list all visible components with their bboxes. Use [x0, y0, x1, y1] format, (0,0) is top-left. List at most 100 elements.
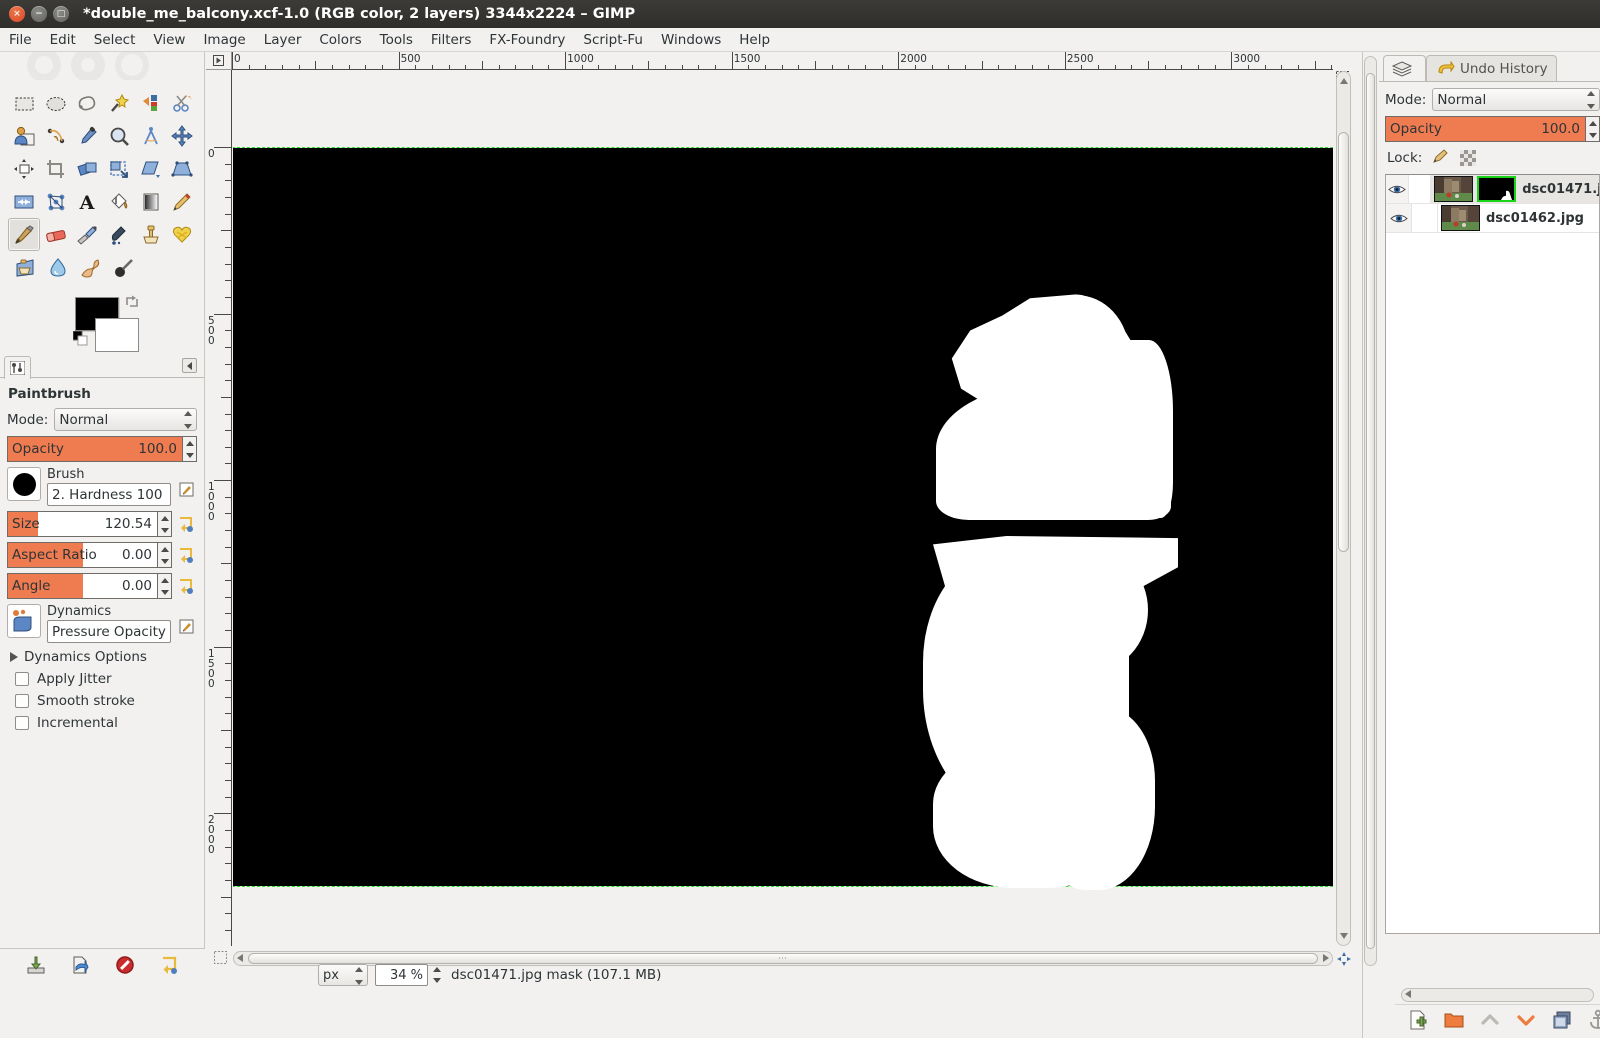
layer-visibility-toggle[interactable] [1386, 204, 1412, 232]
fuzzy-select-tool[interactable] [103, 86, 135, 119]
size-stepper[interactable] [158, 511, 172, 537]
scroll-up-icon[interactable] [1337, 74, 1350, 88]
menu-item-layer[interactable]: Layer [255, 30, 311, 50]
menu-item-edit[interactable]: Edit [41, 30, 85, 50]
dodge-burn-tool[interactable] [107, 251, 140, 284]
free-select-tool[interactable] [71, 86, 103, 119]
duplicate-layer-button[interactable] [1551, 1009, 1573, 1035]
paths-tool[interactable] [40, 119, 72, 152]
scissors-select-tool[interactable] [166, 86, 198, 119]
ink-tool[interactable] [103, 218, 135, 251]
text-tool[interactable]: A [71, 185, 103, 218]
menu-item-help[interactable]: Help [730, 30, 779, 50]
pencil-tool[interactable] [166, 185, 198, 218]
scroll-left-icon[interactable] [237, 951, 243, 966]
checkbox-box[interactable] [15, 716, 29, 730]
opacity-slider[interactable]: Opacity 100.0 [7, 436, 183, 462]
canvas-viewport[interactable] [233, 71, 1333, 946]
layer-link-toggle[interactable] [1412, 204, 1438, 232]
minimize-icon[interactable]: − [31, 6, 47, 22]
zoom-tool[interactable] [103, 119, 135, 152]
menu-item-file[interactable]: File [0, 30, 41, 50]
move-tool[interactable] [166, 119, 198, 152]
crop-tool[interactable] [40, 152, 72, 185]
checkbox-incremental[interactable]: Incremental [15, 715, 197, 731]
menu-item-tools[interactable]: Tools [371, 30, 422, 50]
foreground-select-tool[interactable] [8, 119, 40, 152]
ellipse-select-tool[interactable] [40, 86, 72, 119]
swap-colors-icon[interactable] [124, 294, 140, 314]
dynamics-name-field[interactable]: Pressure Opacity [47, 620, 171, 643]
reset-angle-icon[interactable] [175, 573, 197, 599]
shear-tool[interactable] [135, 152, 167, 185]
layer-list-horizontal-scrollbar[interactable] [1401, 988, 1594, 1002]
menu-item-fx-foundry[interactable]: FX-Foundry [480, 30, 574, 50]
new-layer-button[interactable] [1407, 1009, 1429, 1035]
scroll-down-icon[interactable] [1337, 929, 1350, 943]
brush-name-field[interactable]: 2. Hardness 100 [47, 483, 171, 506]
by-color-select-tool[interactable] [135, 86, 167, 119]
image-canvas[interactable] [233, 148, 1333, 886]
eraser-tool[interactable] [40, 218, 72, 251]
zoom-stepper[interactable] [430, 964, 443, 986]
layer-opacity-slider[interactable]: Opacity 100.0 [1385, 116, 1586, 142]
scale-tool[interactable] [103, 152, 135, 185]
reset-aspect-ratio-icon[interactable] [175, 542, 197, 568]
collapse-left-icon[interactable] [182, 358, 197, 373]
checkbox-box[interactable] [15, 694, 29, 708]
dynamics-preview[interactable] [7, 604, 41, 638]
checkbox-smooth-stroke[interactable]: Smooth stroke [15, 693, 197, 709]
layer-row[interactable]: dsc01462.jpg [1386, 204, 1599, 233]
blend-tool[interactable] [135, 185, 167, 218]
edit-brush-icon[interactable] [177, 482, 197, 498]
vertical-ruler[interactable]: 05 0 01 0 0 01 5 0 02 0 0 0 [206, 70, 232, 946]
checkbox-box[interactable] [15, 672, 29, 686]
scroll-right-icon[interactable] [1323, 951, 1329, 966]
mode-select[interactable]: Normal [54, 408, 197, 431]
menu-item-image[interactable]: Image [194, 30, 254, 50]
aspect-ratio-stepper[interactable] [158, 542, 172, 568]
reset-colors-icon[interactable] [73, 331, 89, 351]
reset-icon[interactable] [159, 955, 179, 979]
clone-tool[interactable] [135, 218, 167, 251]
layer-mask-thumbnail[interactable] [1477, 176, 1516, 202]
size-slider[interactable]: Size 120.54 [7, 511, 158, 537]
color-picker-tool[interactable] [71, 119, 103, 152]
unit-select[interactable]: px [318, 964, 368, 986]
vertical-scroll-thumb[interactable] [1338, 132, 1349, 552]
lock-pixels-icon[interactable] [1432, 148, 1450, 168]
checkbox-apply-jitter[interactable]: Apply Jitter [15, 671, 197, 687]
background-color-swatch[interactable] [95, 318, 139, 352]
layer-mode-select[interactable]: Normal [1432, 88, 1600, 111]
lower-layer-button[interactable] [1515, 1009, 1537, 1035]
dock-scroll-thumb[interactable] [1366, 73, 1375, 949]
heal-tool[interactable] [166, 218, 198, 251]
canvas-vertical-scrollbar[interactable] [1336, 71, 1351, 946]
flip-tool[interactable] [8, 185, 40, 218]
measure-tool[interactable] [135, 119, 167, 152]
save-icon[interactable] [26, 955, 46, 979]
airbrush-tool[interactable] [71, 218, 103, 251]
lock-alpha-icon[interactable] [1460, 150, 1476, 166]
maximize-icon[interactable]: □ [53, 6, 69, 22]
horizontal-ruler[interactable]: 050010001500200025003000 [232, 52, 1333, 70]
quick-mask-toggle[interactable] [214, 951, 228, 965]
menu-item-select[interactable]: Select [85, 30, 145, 50]
menu-item-view[interactable]: View [144, 30, 194, 50]
perspective-clone-tool[interactable] [8, 251, 41, 284]
blur-sharpen-tool[interactable] [41, 251, 74, 284]
angle-stepper[interactable] [158, 573, 172, 599]
export-icon[interactable] [70, 955, 90, 979]
alignment-tool[interactable] [8, 152, 40, 185]
layer-link-toggle[interactable] [1409, 175, 1432, 203]
navigation-preview-button[interactable] [1336, 951, 1351, 966]
tab-undo-history[interactable]: Undo History [1426, 55, 1557, 81]
anchor-layer-button[interactable] [1587, 1009, 1600, 1035]
brush-preview[interactable] [7, 467, 41, 501]
perspective-tool[interactable] [166, 152, 198, 185]
opacity-stepper[interactable] [183, 436, 197, 462]
layer-visibility-toggle[interactable] [1386, 175, 1409, 203]
dynamics-options-expander[interactable]: Dynamics Options [10, 649, 197, 665]
aspect-ratio-slider[interactable]: Aspect Ratio 0.00 [7, 542, 158, 568]
layer-scroll-left-icon[interactable] [1405, 990, 1411, 1001]
